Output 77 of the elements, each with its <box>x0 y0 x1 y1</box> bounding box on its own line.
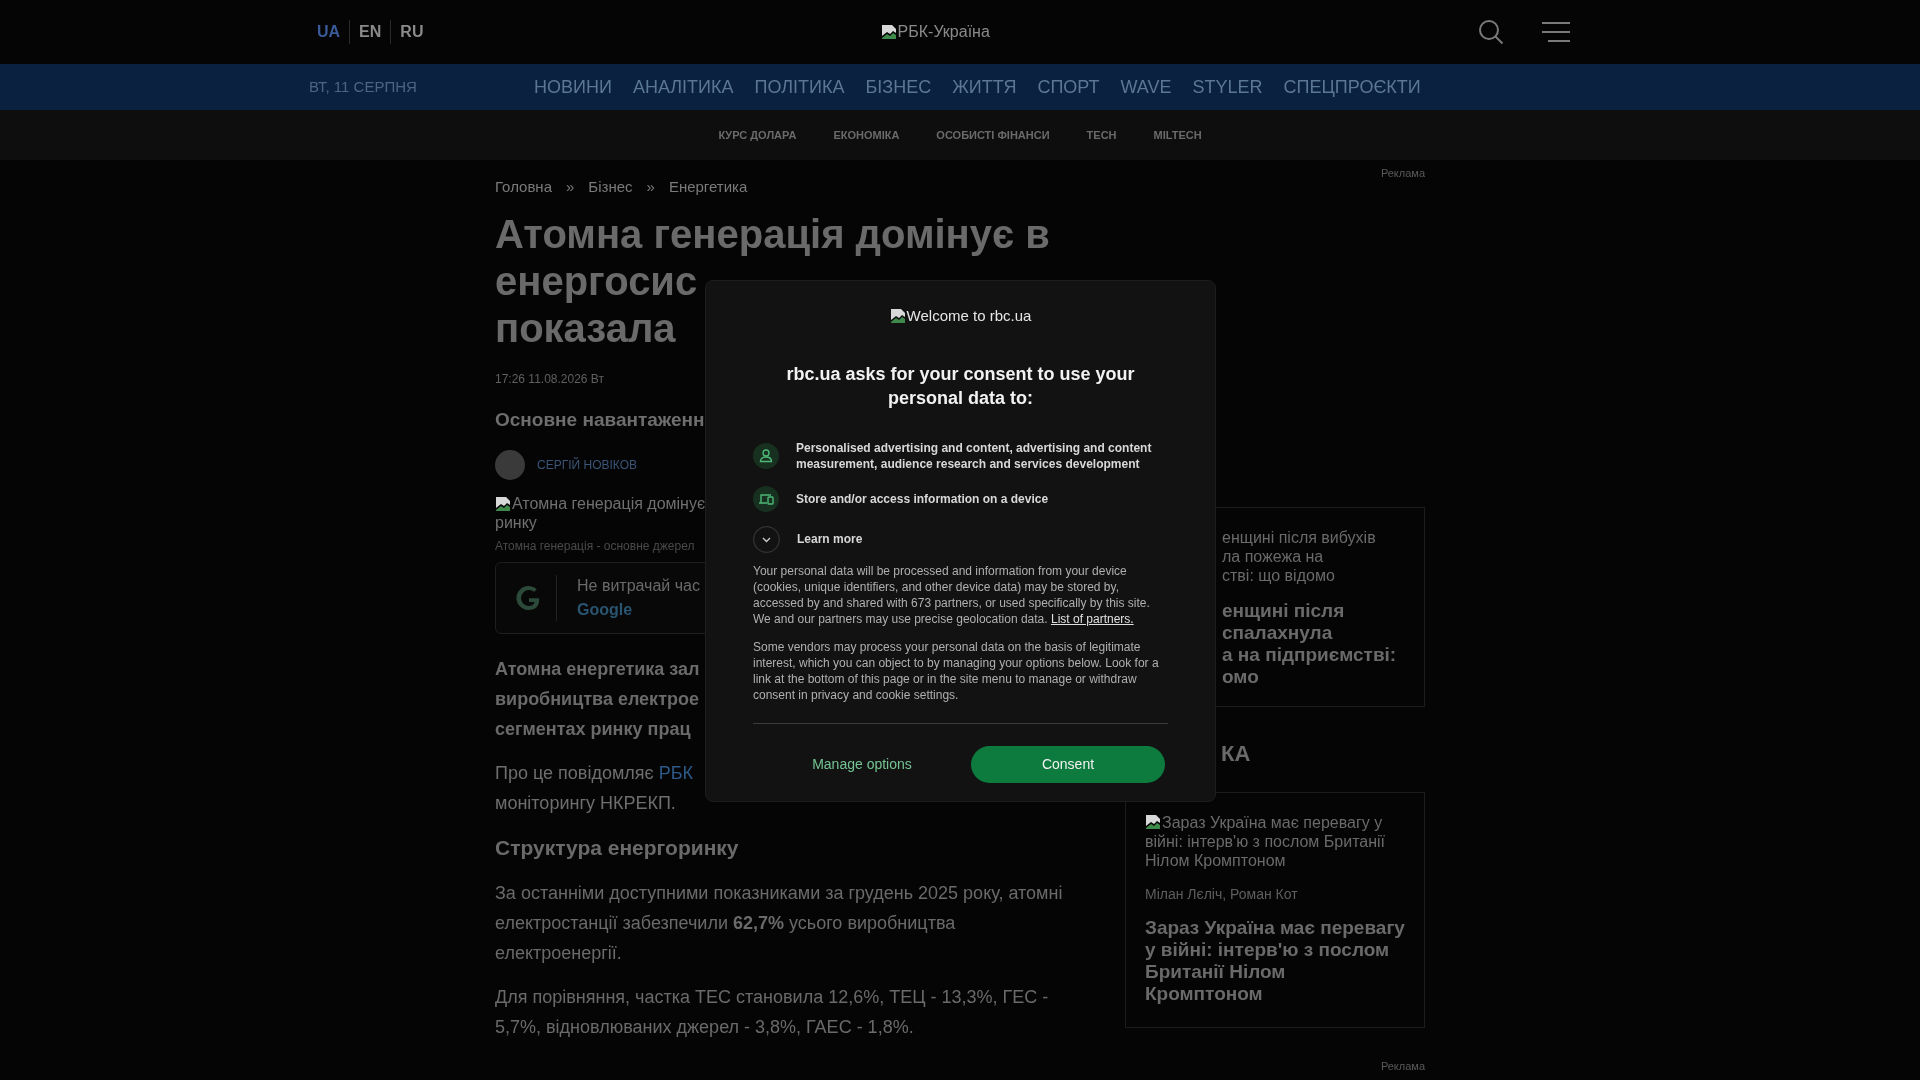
sub-nav-link[interactable]: ОСОБИСТІ ФІНАНСИ <box>936 126 1050 144</box>
nav-link[interactable]: WAVE <box>1120 73 1172 101</box>
image-alt-text: Атомна генерація домінує <box>495 494 706 513</box>
nav-link[interactable]: АНАЛІТИКА <box>632 73 734 101</box>
broken-image-icon <box>495 495 511 512</box>
news-card-title: а на підприємстві: <box>1222 643 1397 666</box>
broken-image-icon <box>889 308 906 325</box>
purpose-text: Personalised advertising and content, advertising and content measurement, audience research and services development <box>796 439 1153 472</box>
article-title: енергосис <box>495 257 698 305</box>
news-card-title: омо <box>1222 665 1259 688</box>
nav-link[interactable]: СПОРТ <box>1037 73 1100 101</box>
purpose-text: Store and/or access information on a device <box>796 490 1049 507</box>
google-link[interactable]: Google <box>577 598 633 622</box>
image-alt-text: ринку <box>495 513 537 532</box>
breadcrumb-link[interactable]: Енергетика <box>668 176 748 199</box>
site-logo[interactable]: РБК-Україна <box>880 20 990 44</box>
manage-options-button[interactable]: Manage options <box>753 745 971 784</box>
breadcrumb-link[interactable]: Бізнес <box>588 176 633 199</box>
person-icon <box>753 442 779 469</box>
nav-link[interactable]: STYLER <box>1192 73 1263 101</box>
lead-text: Атомна енергетика зал <box>495 658 700 681</box>
author-link[interactable]: СЕРГІЙ НОВІКОВ <box>537 456 637 474</box>
breadcrumb-link[interactable]: Головна <box>495 176 552 199</box>
source-text: Про це повідомляє РБК <box>495 762 694 785</box>
dialog-logo-alt-text: Welcome to rbc.ua <box>889 305 1032 328</box>
article-title: показала <box>495 304 676 352</box>
language-link[interactable]: RU <box>390 20 433 44</box>
google-banner-text: Не витрачай час <box>577 576 700 596</box>
article-date: 17:26 11.08.2026 Вт <box>495 370 604 388</box>
image-alt-text: ла пожежа на <box>1222 546 1324 566</box>
consent-button[interactable]: Consent <box>971 746 1165 783</box>
news-card-authors: Мілан Лєліч, Роман Кот <box>1145 884 1299 904</box>
nav-link[interactable]: БІЗНЕС <box>865 73 932 101</box>
sub-nav-link[interactable]: MILTECH <box>1153 126 1202 144</box>
search-icon[interactable] <box>1478 19 1504 45</box>
article-subtitle: Основне навантаженн <box>495 407 705 432</box>
sub-nav-link[interactable]: TECH <box>1086 126 1117 144</box>
ad-label: Реклама <box>1379 1058 1425 1074</box>
source-link[interactable]: РБК <box>658 763 694 783</box>
broken-image-icon <box>1145 813 1161 830</box>
article-paragraph: Для порівняння, частка ТЕС становила 12,6%, ТЕЦ - 13,3%, ГЕС - 5,7%, відновлюваних джерел - 3,8%, ГАЕС - 1,8%. <box>495 985 1050 1039</box>
consent-paragraph: Some vendors may process your personal data on the basis of legitimate interest, which you can object to by managing your options below. Look for a link at the bottom of this page or in the site menu to manage or withdraw consent in privacy and cookie settings. <box>753 638 1160 703</box>
news-card-title: енщині після <box>1222 599 1345 622</box>
nav-link[interactable]: ПОЛІТИКА <box>754 73 845 101</box>
source-text: моніторингу НКРЕКП. <box>495 792 676 815</box>
devices-icon <box>753 485 779 512</box>
breadcrumb-separator: » <box>566 177 575 197</box>
learn-more-toggle[interactable]: Learn more <box>753 525 1168 553</box>
news-card-title: спалахнула <box>1222 621 1333 644</box>
ad-label: Реклама <box>1379 166 1425 181</box>
article-paragraph: За останніми доступними показниками за грудень 2025 року, атомні електростанції забезпечили 62,7% усього виробництва електроенергії. <box>495 881 1064 965</box>
author-avatar <box>495 450 525 480</box>
image-alt-text: ствi: що відомо <box>1222 565 1335 585</box>
nav-link[interactable]: ЖИТТЯ <box>952 73 1017 101</box>
breadcrumb-separator: » <box>646 177 655 197</box>
language-link[interactable]: UA <box>308 20 350 44</box>
lead-text: сегментах ринку прац <box>495 718 691 741</box>
image-alt-text: енщині після вибухів <box>1222 527 1376 547</box>
sub-nav-link[interactable]: КУРС ДОЛАРА <box>718 126 797 144</box>
section-heading: Структура енергоринку <box>495 835 739 861</box>
dialog-heading: rbc.ua asks for your consent to use your personal data to: <box>785 362 1136 410</box>
nav-link[interactable]: НОВИНИ <box>534 73 612 101</box>
menu-icon[interactable] <box>1542 22 1570 42</box>
google-logo-icon <box>516 585 542 611</box>
news-card-title: Зараз Україна має перевагу у війні: інтерв'ю з послом Британії Нілом Кромптоном <box>1145 916 1405 1005</box>
consent-paragraph: Your personal data will be processed and information from your device (cookies, unique identifiers, and other device data) may be stored by, accessed by and shared with 673 partners, or used specifically by this site. We and our partners may use precise geolocation data. List of partners. <box>753 562 1151 627</box>
image-caption: Атомна генерація - основне джерел <box>495 538 695 555</box>
date-label: ВТ, 11 СЕРПНЯ <box>309 76 418 97</box>
language-link[interactable]: EN <box>349 20 391 44</box>
sub-nav-link[interactable]: ЕКОНОМІКА <box>833 126 900 144</box>
sidebar-heading: КА <box>1221 739 1251 768</box>
partners-link[interactable]: List of partners. <box>1050 611 1134 626</box>
broken-image-icon <box>880 24 897 40</box>
article-title: Атомна генерація домінує в <box>495 210 1050 258</box>
nav-link[interactable]: СПЕЦПРОЄКТИ <box>1283 73 1421 101</box>
lead-text: виробництва електрое <box>495 688 699 711</box>
image-alt-text: Зараз Україна має перевагу у війні: інтерв'ю з послом Британії Нілом Кромптоном <box>1145 812 1387 870</box>
